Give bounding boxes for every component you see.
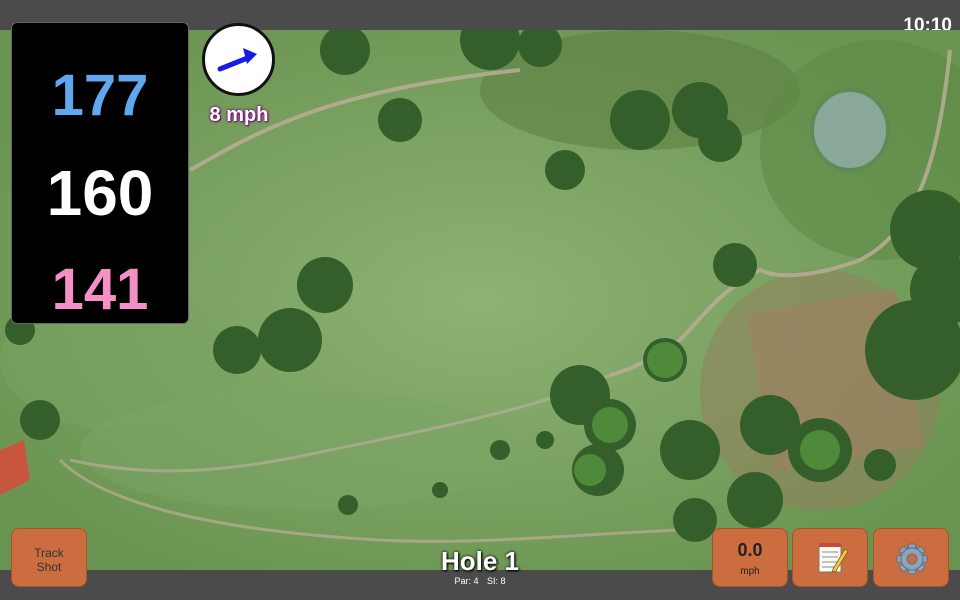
- gear-icon: [896, 543, 928, 575]
- center-distance: 160: [46, 157, 154, 229]
- wind-arrow-icon: [217, 48, 257, 72]
- track-shot-label-line1: Track: [34, 546, 64, 560]
- speed-unit: mph: [740, 566, 760, 577]
- wind-speed: 8 mph: [209, 104, 269, 126]
- wind-indicator: [202, 23, 275, 96]
- settings-button[interactable]: [873, 528, 949, 587]
- notes-button[interactable]: [792, 528, 868, 587]
- hole-par: Par: 4: [454, 576, 479, 586]
- speed-button[interactable]: 0.0 mph: [712, 528, 788, 587]
- hole-title: Hole 1: [440, 546, 520, 576]
- track-shot-button[interactable]: Track Shot: [11, 528, 87, 587]
- hole-info: Par: 4 SI: 8: [380, 577, 580, 586]
- track-shot-label-line2: Shot: [36, 560, 62, 574]
- front-distance: 141: [51, 257, 149, 322]
- speed-value: 0.0: [737, 540, 763, 560]
- notepad-icon: [818, 543, 849, 573]
- distance-panel: 177 160 141: [11, 22, 189, 324]
- hole-stroke-index: SI: 8: [487, 576, 506, 586]
- back-distance: 177: [51, 63, 149, 128]
